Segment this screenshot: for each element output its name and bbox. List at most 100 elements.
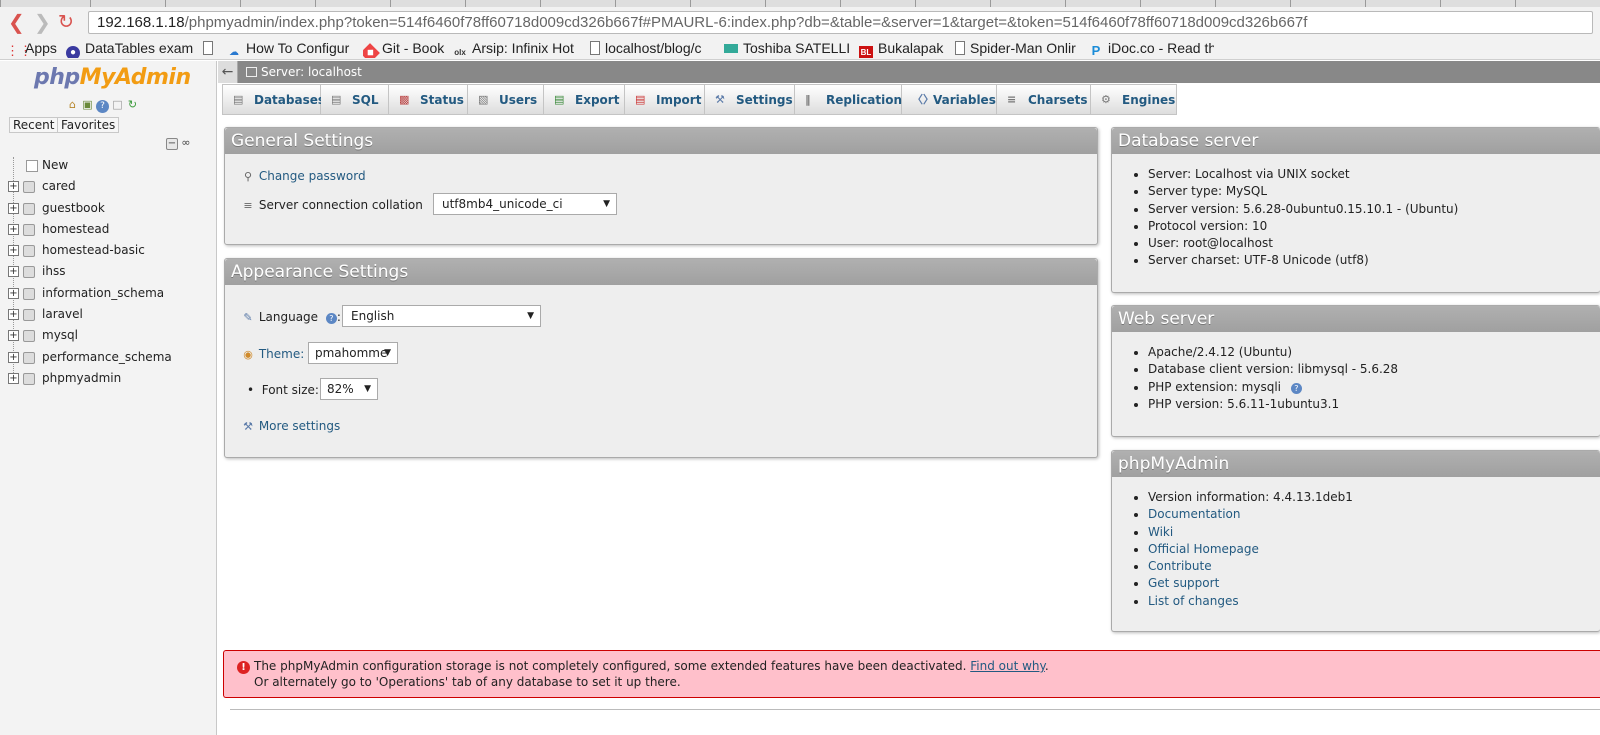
tab-replication[interactable]: ‖ Replication	[795, 84, 902, 115]
db-label[interactable]: cared	[42, 176, 76, 197]
expand-icon[interactable]: +	[8, 372, 19, 384]
tab-databases[interactable]: ▤ Databases	[222, 84, 325, 115]
tab-import[interactable]: ▤ Import	[625, 84, 705, 115]
tree-new-db[interactable]: New	[6, 155, 211, 176]
language-select[interactable]: English ▼	[342, 305, 541, 327]
expand-icon[interactable]: +	[8, 287, 19, 299]
list-item[interactable]: Contribute	[1148, 558, 1600, 575]
db-label[interactable]: ihss	[42, 261, 65, 282]
db-label[interactable]: phpmyadmin	[42, 368, 121, 389]
tree-db-row[interactable]: + performance_schema	[6, 347, 211, 368]
help-icon[interactable]: ?	[1290, 382, 1302, 394]
expand-icon[interactable]: +	[8, 309, 19, 321]
bookmark-toshiba[interactable]: Toshiba SATELLIT	[724, 39, 849, 58]
collation-label: Server connection collation	[258, 198, 423, 212]
theme-label[interactable]: Theme:	[259, 347, 304, 361]
docs-icon[interactable]: □	[111, 98, 124, 111]
list-item[interactable]: Official Homepage	[1148, 541, 1600, 558]
db-label[interactable]: mysql	[42, 325, 78, 346]
expand-icon[interactable]: +	[8, 245, 19, 257]
expand-icon[interactable]: +	[8, 351, 19, 363]
bookmark-apps[interactable]: ⋮⋮Apps	[6, 39, 57, 58]
tab-engines[interactable]: ⚙ Engines	[1091, 84, 1177, 115]
more-settings-link[interactable]: More settings	[259, 419, 340, 433]
collapse-nav-arrow-icon[interactable]: ←	[218, 61, 238, 83]
list-item[interactable]: List of changes	[1148, 593, 1600, 610]
tree-db-row[interactable]: + mysql	[6, 325, 211, 346]
help-icon[interactable]: ?	[325, 313, 337, 324]
phpmyadmin-logo[interactable]: phpMyAdmin	[34, 65, 191, 90]
tab-sql[interactable]: ▤ SQL	[321, 84, 389, 115]
documentation-link[interactable]: Documentation	[1148, 507, 1241, 521]
tab-settings[interactable]: ⚒ Settings	[705, 84, 795, 115]
export-icon: ▤	[554, 93, 565, 106]
tab-users[interactable]: ▧ Users	[468, 84, 544, 115]
forward-arrow-icon[interactable]: ❯	[34, 12, 51, 32]
theme-select[interactable]: pmahomme ▼	[308, 342, 398, 364]
tree-db-row[interactable]: + information_schema	[6, 283, 211, 304]
home-icon[interactable]: ⌂	[66, 98, 79, 111]
reload-nav-icon[interactable]: ↻	[126, 98, 139, 111]
database-icon	[23, 245, 35, 258]
browser-tab-strip[interactable]	[0, 0, 1600, 7]
db-label[interactable]: performance_schema	[42, 347, 172, 368]
db-label[interactable]: laravel	[42, 304, 83, 325]
collapse-all-icon[interactable]: −	[166, 138, 178, 150]
wiki-link[interactable]: Wiki	[1148, 525, 1173, 539]
bookmark-how-to-configure[interactable]: ☁ How To Configur	[227, 39, 352, 58]
bookmark-spider-man[interactable]: Spider-Man Onlir	[955, 39, 1080, 58]
get-support-link[interactable]: Get support	[1148, 576, 1219, 590]
expand-icon[interactable]: +	[8, 202, 19, 214]
bookmark-datatables[interactable]: ● DataTables exam	[66, 39, 194, 58]
bookmark-bukalapak[interactable]: BL Bukalapak	[859, 39, 947, 58]
tab-status[interactable]: ▩ Status	[389, 84, 468, 115]
tree-db-row[interactable]: + guestbook	[6, 198, 211, 219]
tree-db-row[interactable]: + laravel	[6, 304, 211, 325]
bookmark-idoc[interactable]: PiDoc.co - Read th	[1089, 39, 1214, 58]
tab-charsets[interactable]: ≡ Charsets	[997, 84, 1091, 115]
list-item[interactable]: Wiki	[1148, 524, 1600, 541]
nav-tab-favorites[interactable]: Favorites	[57, 117, 120, 133]
list-item[interactable]: Get support	[1148, 575, 1600, 592]
expand-icon[interactable]: +	[8, 330, 19, 342]
tree-db-row[interactable]: + homestead-basic	[6, 240, 211, 261]
expand-icon[interactable]: +	[8, 181, 19, 193]
expand-icon[interactable]: +	[8, 266, 19, 278]
tab-export[interactable]: ▤ Export	[544, 84, 625, 115]
database-icon: ▤	[233, 93, 244, 106]
db-label[interactable]: information_schema	[42, 283, 164, 304]
help-icon[interactable]: ?	[96, 100, 109, 113]
tree-db-row[interactable]: + cared	[6, 176, 211, 197]
link-icon[interactable]: ∞	[180, 137, 192, 150]
phpmyadmin-info-panel: phpMyAdmin Version information: 4.4.13.1…	[1111, 450, 1600, 632]
tab-variables[interactable]: 〈〉 Variables	[902, 84, 997, 115]
tree-new-label[interactable]: New	[42, 155, 68, 176]
contribute-link[interactable]: Contribute	[1148, 559, 1212, 573]
list-item[interactable]: Documentation	[1148, 506, 1600, 523]
reload-icon[interactable]: ↻	[58, 12, 74, 32]
nav-tab-recent[interactable]: Recent	[9, 117, 59, 133]
url-input[interactable]: 192.168.1.18/phpmyadmin/index.php?token=…	[88, 11, 1593, 34]
find-out-why-link[interactable]: Find out why	[970, 659, 1045, 673]
tree-db-row[interactable]: + phpmyadmin	[6, 368, 211, 389]
official-homepage-link[interactable]: Official Homepage	[1148, 542, 1259, 556]
db-label[interactable]: homestead-basic	[42, 240, 145, 261]
server-breadcrumb[interactable]: Server: localhost	[246, 61, 362, 83]
bookmark-git-book[interactable]: ◆ Git - Book	[363, 39, 445, 58]
back-arrow-icon[interactable]: ❮	[8, 12, 25, 32]
change-password-link[interactable]: Change password	[259, 169, 366, 183]
bookmark-blank-page[interactable]	[203, 39, 223, 58]
olx-icon: olx	[454, 48, 466, 57]
collation-select[interactable]: utf8mb4_unicode_ci ▼	[433, 193, 617, 215]
tree-db-row[interactable]: + ihss	[6, 261, 211, 282]
bookmark-infinix[interactable]: olx Arsip: Infinix Hot	[453, 39, 578, 58]
font-size-select[interactable]: 82% ▼	[320, 378, 378, 400]
expand-icon[interactable]: +	[8, 223, 19, 235]
bullet-icon: •	[247, 383, 255, 397]
tree-db-row[interactable]: + homestead	[6, 219, 211, 240]
exit-icon[interactable]: ▣	[81, 98, 94, 111]
bookmark-localhost-blog[interactable]: localhost/blog/c	[590, 39, 712, 58]
db-label[interactable]: guestbook	[42, 198, 105, 219]
db-label[interactable]: homestead	[42, 219, 109, 240]
list-of-changes-link[interactable]: List of changes	[1148, 594, 1239, 608]
